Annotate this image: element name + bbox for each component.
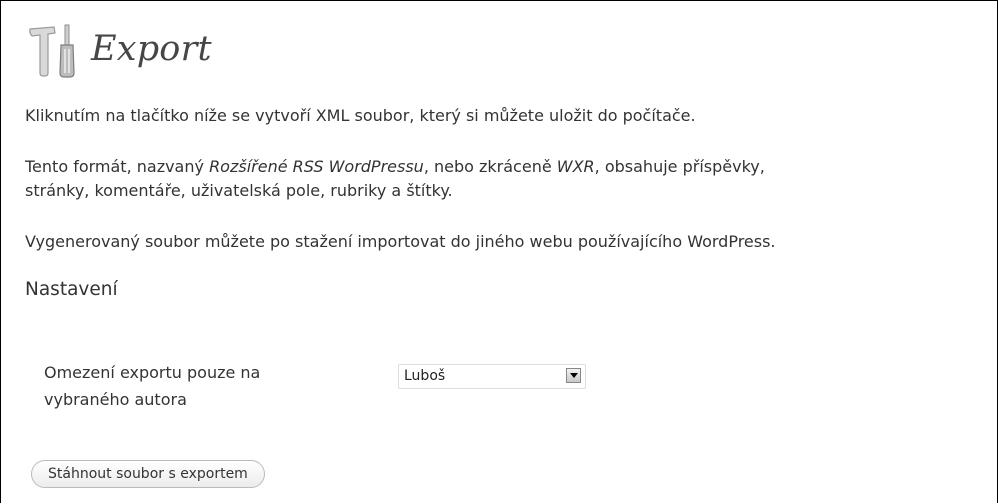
format-name: Rozšířené RSS WordPressu — [209, 157, 424, 176]
download-export-button[interactable]: Stáhnout soubor s exportem — [31, 460, 265, 488]
page-title: Export — [91, 29, 212, 69]
chevron-down-icon[interactable] — [566, 368, 581, 383]
author-select[interactable]: Luboš — [398, 364, 586, 389]
intro-paragraph-1: Kliknutím na tlačítko níže se vytvoří XM… — [25, 106, 696, 125]
author-filter-label: Omezení exportu pouze na vybraného autor… — [44, 359, 364, 413]
format-abbreviation: WXR — [556, 157, 595, 176]
intro-text: , nebo zkráceně — [423, 157, 557, 176]
intro-paragraph-2: Tento formát, nazvaný Rozšířené RSS Word… — [25, 155, 765, 203]
intro-text: , obsahuje příspěvky, — [594, 157, 765, 176]
settings-heading: Nastavení — [25, 279, 118, 300]
author-select-value: Luboš — [404, 368, 446, 384]
intro-paragraph-3: Vygenerovaný soubor můžete po stažení im… — [25, 232, 776, 251]
page-header: Export — [24, 19, 212, 79]
author-filter-label-line1: Omezení exportu pouze na — [44, 363, 261, 382]
author-filter-label-line2: vybraného autora — [44, 390, 187, 409]
intro-text: stránky, komentáře, uživatelská pole, ru… — [25, 181, 453, 200]
export-panel: Export Kliknutím na tlačítko níže se vyt… — [0, 0, 998, 503]
intro-text: Tento formát, nazvaný — [25, 157, 210, 176]
tools-icon — [24, 19, 84, 79]
